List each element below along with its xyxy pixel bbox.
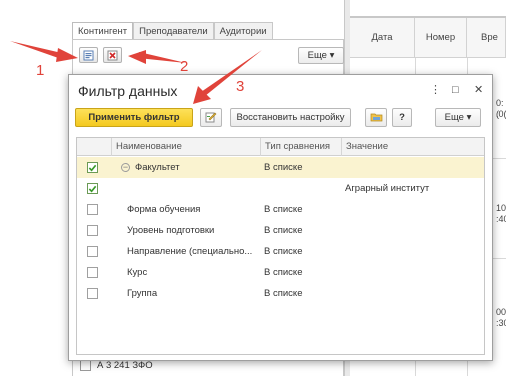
time-cell: :30 [496,318,506,328]
row-comparison: В списке [264,204,303,215]
row-checkbox[interactable] [87,267,98,278]
time-cell: 00: [496,307,506,317]
row-checkbox[interactable] [87,183,98,194]
dialog-menu-button[interactable]: ⋮ [430,84,441,96]
row-name: Уровень подготовки [127,225,215,236]
edit-settings-icon [205,112,217,123]
row-name: Группа [127,288,158,299]
apply-filter-button[interactable]: Применить фильтр [75,108,193,127]
row-comparison: В списке [264,162,303,173]
left-gutter [0,0,68,376]
column-header-time[interactable]: Вре [467,18,506,58]
annotation-label-1: 1 [36,62,45,79]
time-cell: :40 [496,214,506,224]
filter-dialog: Фильтр данных ⋮ □ ✕ Применить фильтр Вос… [68,74,493,361]
row-comparison: В списке [264,288,303,299]
folder-icon [370,113,383,122]
time-cell: 10: [496,203,506,213]
row-name: Форма обучения [127,204,201,215]
dialog-more-button[interactable]: Еще ▾ [435,108,481,127]
filter-settings-icon [83,50,94,60]
tab-teachers[interactable]: Преподаватели [133,22,214,40]
main-more-button[interactable]: Еще ▾ [298,47,344,64]
row-comparison: В списке [264,225,303,236]
dialog-close-button[interactable]: ✕ [474,84,483,96]
table-row[interactable]: Уровень подготовки В списке [77,220,484,241]
clear-filter-button[interactable] [103,47,122,63]
set-filter-button[interactable] [79,47,98,63]
clear-filter-icon [107,50,118,60]
row-comparison: В списке [264,246,303,257]
table-row[interactable]: Направление (специально... В списке [77,241,484,262]
row-checkbox[interactable] [87,162,98,173]
background-row-checkbox[interactable] [80,360,91,371]
tab-classrooms[interactable]: Аудитории [213,22,273,40]
checkmark-icon [88,185,97,192]
annotation-label-2: 2 [180,58,189,75]
row-checkbox[interactable] [87,288,98,299]
table-row[interactable]: Форма обучения В списке [77,199,484,220]
row-name: Факультет [135,162,180,173]
row-name: Направление (специально... [127,246,253,257]
table-row[interactable]: Группа В списке [77,283,484,304]
column-header-date[interactable]: Дата [350,18,415,58]
table-row[interactable]: Аграрный институт [77,178,484,199]
restore-settings-button[interactable]: Восстановить настройку [230,108,351,127]
table-header: Наименование Тип сравнения Значение [77,138,484,156]
background-row-label: А 3 241 ЗФО [97,360,153,371]
row-checkbox[interactable] [87,225,98,236]
dialog-title: Фильтр данных [78,83,178,99]
table-row[interactable]: − Факультет В списке [77,157,484,178]
row-checkbox[interactable] [87,204,98,215]
table-row[interactable]: Курс В списке [77,262,484,283]
header-check-column [77,138,111,156]
row-value[interactable]: Аграрный институт [345,178,484,199]
row-name: Курс [127,267,148,278]
edit-filter-button[interactable] [200,108,222,127]
time-cell: .0( [496,109,506,119]
row-comparison: В списке [264,267,303,278]
dialog-maximize-button[interactable]: □ [452,84,459,96]
checkmark-icon [88,164,97,171]
main-tabs: Контингент Преподаватели Аудитории [72,22,273,40]
header-name[interactable]: Наименование [111,138,260,156]
row-checkbox[interactable] [87,246,98,257]
collapse-icon[interactable]: − [121,163,130,172]
filter-table: Наименование Тип сравнения Значение − Фа… [76,137,485,355]
header-value[interactable]: Значение [341,138,484,156]
header-comparison[interactable]: Тип сравнения [260,138,341,156]
tab-contingent[interactable]: Контингент [72,22,134,40]
background-list-row: А 3 241 ЗФО [80,360,153,371]
column-header-number[interactable]: Номер [415,18,467,58]
annotation-label-3: 3 [236,78,245,95]
help-button[interactable]: ? [392,108,412,127]
save-settings-button[interactable] [365,108,387,127]
